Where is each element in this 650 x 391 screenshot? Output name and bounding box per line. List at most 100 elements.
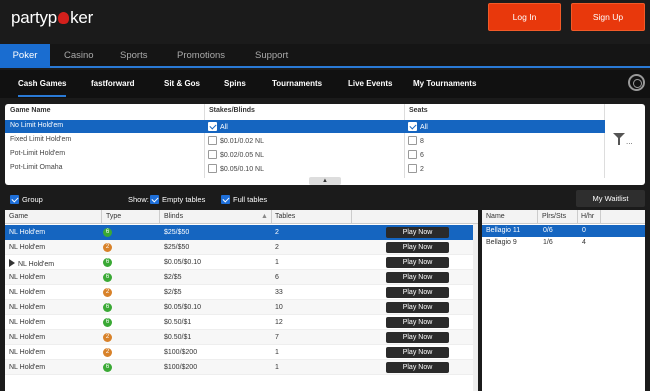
- signup-button[interactable]: Sign Up: [571, 3, 645, 31]
- col-name[interactable]: Name: [486, 213, 505, 220]
- col-blinds[interactable]: Blinds: [164, 213, 183, 220]
- list-item[interactable]: Bellagio 9 1/6 4: [482, 237, 645, 249]
- nav-casino[interactable]: Casino: [64, 44, 94, 68]
- filter-row[interactable]: No Limit Hold'em All All: [5, 120, 605, 133]
- checkbox-empty[interactable]: [150, 195, 159, 204]
- table-row[interactable]: NL Hold'em 6 $0.05/$0.10 10 Play Now: [5, 300, 478, 315]
- table-row[interactable]: NL Hold'em 6 $2/$5 6 Play Now: [5, 270, 478, 285]
- nav-promotions[interactable]: Promotions: [177, 44, 225, 68]
- table-row[interactable]: NL Hold'em 6 $100/$200 1 Play Now: [5, 360, 478, 375]
- checkbox-group[interactable]: [10, 195, 19, 204]
- scrollbar[interactable]: [473, 224, 478, 391]
- sort-icon[interactable]: ▲: [261, 213, 268, 220]
- game-name: NL Hold'em: [9, 229, 45, 236]
- table-row[interactable]: NL Hold'em 6 $0.50/$1 12 Play Now: [5, 315, 478, 330]
- game-name: Fixed Limit Hold'em: [10, 136, 72, 143]
- play-now-button[interactable]: Play Now: [386, 287, 449, 298]
- table-header: Game Type Blinds ▲ Tables: [5, 210, 478, 224]
- game-name: NL Hold'em: [9, 259, 54, 268]
- checkbox-stakes-all[interactable]: [208, 122, 217, 131]
- play-now-button[interactable]: Play Now: [386, 242, 449, 253]
- col-game[interactable]: Game: [9, 213, 28, 220]
- play-now-button[interactable]: Play Now: [386, 362, 449, 373]
- col-tables[interactable]: Tables: [275, 213, 295, 220]
- checkbox-stake[interactable]: [208, 164, 217, 173]
- table-row[interactable]: NL Hold'em 2 $100/$200 1 Play Now: [5, 345, 478, 360]
- tab-spins[interactable]: Spins: [224, 70, 246, 98]
- table-row[interactable]: NL Hold'em 2 $0.50/$1 7 Play Now: [5, 330, 478, 345]
- game-label: NL Hold'em: [9, 229, 46, 236]
- collapse-button[interactable]: ▲: [309, 177, 341, 185]
- play-now-button[interactable]: Play Now: [386, 302, 449, 313]
- play-now-button[interactable]: Play Now: [386, 272, 449, 283]
- filter-row[interactable]: Pot-Limit Hold'em $0.02/0.05 NL 6: [5, 148, 605, 161]
- login-button[interactable]: Log In: [488, 3, 561, 31]
- blinds: $0.05/$0.10: [164, 304, 201, 311]
- hands-per-hour: 4: [582, 239, 586, 246]
- game-label: NL Hold'em: [9, 289, 46, 296]
- blinds: $25/$50: [164, 244, 190, 251]
- checkbox-seat[interactable]: [408, 164, 417, 173]
- partypoker-logo[interactable]: partypartypokerpker: [11, 8, 93, 28]
- play-now-button[interactable]: Play Now: [386, 317, 449, 328]
- nav-support[interactable]: Support: [255, 44, 288, 68]
- checkbox-seat[interactable]: [408, 150, 417, 159]
- type-badge: 6: [103, 303, 112, 312]
- tab-tournaments[interactable]: Tournaments: [272, 70, 322, 98]
- checkbox-stake[interactable]: [208, 136, 217, 145]
- empty-tables-toggle[interactable]: Empty tables: [150, 195, 205, 204]
- seat-label: All: [420, 124, 428, 131]
- players: 1/6: [543, 239, 553, 246]
- filter-row[interactable]: Pot-Limit Omaha $0.05/0.10 NL 2: [5, 162, 605, 175]
- game-name: NL Hold'em: [9, 244, 45, 251]
- col-plrs[interactable]: Plrs/Sts: [542, 213, 566, 220]
- app: { "brand":{"logo":"partypoker"}, "header…: [0, 0, 650, 391]
- game-name: NL Hold'em: [9, 289, 45, 296]
- blinds: $25/$50: [164, 229, 190, 236]
- checkbox-seats-all[interactable]: [408, 122, 417, 131]
- tab-fastforward[interactable]: fastforward: [91, 70, 135, 98]
- tables-count: 1: [275, 259, 279, 266]
- table-name: Bellagio 11: [486, 227, 521, 234]
- group-toggle[interactable]: Group: [10, 195, 43, 204]
- tab-live-events[interactable]: Live Events: [348, 70, 392, 98]
- tables-count: 33: [275, 289, 283, 296]
- full-label: Full tables: [233, 195, 268, 204]
- more-icon[interactable]: ...: [626, 137, 633, 146]
- type-badge: 6: [103, 228, 112, 237]
- group-label: Group: [22, 195, 43, 204]
- filter-icon[interactable]: [613, 133, 627, 145]
- play-now-button[interactable]: Play Now: [386, 347, 449, 358]
- sub-nav: Cash Games fastforward Sit & Gos Spins T…: [0, 70, 650, 98]
- list-item[interactable]: Bellagio 11 0/6 0: [482, 225, 645, 237]
- col-hhr[interactable]: H/hr: [581, 213, 594, 220]
- table-row[interactable]: NL Hold'em 6 $25/$50 2 Play Now: [5, 225, 478, 240]
- table-row[interactable]: NL Hold'em 2 $25/$50 2 Play Now: [5, 240, 478, 255]
- col-type[interactable]: Type: [106, 213, 121, 220]
- gear-icon[interactable]: [628, 74, 645, 91]
- game-name: No Limit Hold'em: [10, 122, 64, 129]
- game-name: NL Hold'em: [9, 349, 45, 356]
- checkbox-seat[interactable]: [408, 136, 417, 145]
- checkbox-full[interactable]: [221, 195, 230, 204]
- table-row[interactable]: NL Hold'em 6 $0.05/$0.10 1 Play Now: [5, 255, 478, 270]
- play-now-button[interactable]: Play Now: [386, 257, 449, 268]
- nav-poker[interactable]: Poker: [0, 44, 50, 68]
- divider: [537, 210, 538, 224]
- type-badge: 2: [103, 333, 112, 342]
- tab-my-tournaments[interactable]: My Tournaments: [413, 70, 476, 98]
- table-row[interactable]: NL Hold'em 2 $2/$5 33 Play Now: [5, 285, 478, 300]
- full-tables-toggle[interactable]: Full tables: [221, 195, 267, 204]
- filter-row[interactable]: Fixed Limit Hold'em $0.01/0.02 NL 8: [5, 134, 605, 147]
- game-name: NL Hold'em: [9, 364, 45, 371]
- checkbox-stake[interactable]: [208, 150, 217, 159]
- game-label: NL Hold'em: [9, 274, 46, 281]
- play-now-button[interactable]: Play Now: [386, 227, 449, 238]
- nav-sports[interactable]: Sports: [120, 44, 147, 68]
- tab-cash-games[interactable]: Cash Games: [18, 70, 67, 97]
- tab-sit-gos[interactable]: Sit & Gos: [164, 70, 200, 98]
- my-waitlist-button[interactable]: My Waitlist: [576, 190, 645, 207]
- play-now-button[interactable]: Play Now: [386, 332, 449, 343]
- divider: [577, 210, 578, 224]
- divider: [101, 210, 102, 224]
